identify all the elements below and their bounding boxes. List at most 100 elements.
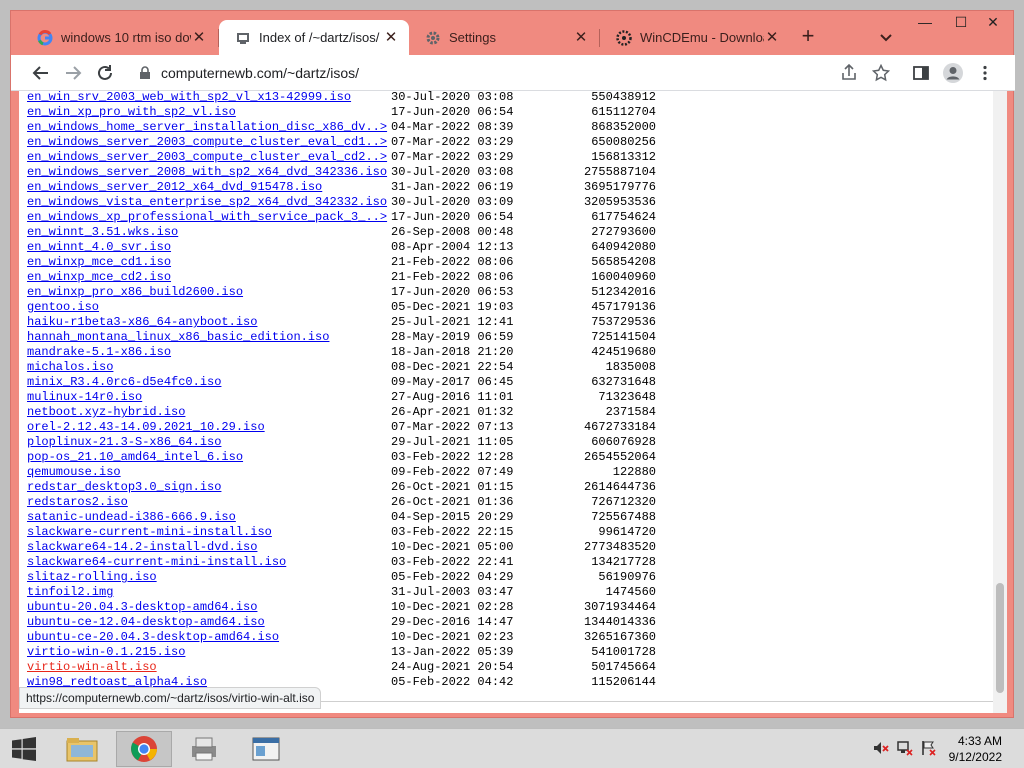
file-link[interactable]: en_winxp_mce_cd2.iso <box>27 270 171 285</box>
file-link[interactable]: en_win_xp_pro_with_sp2_vl.iso <box>27 105 236 120</box>
list-item: en_windows_server_2003_compute_cluster_e… <box>27 150 667 165</box>
flag-icon[interactable] <box>920 739 938 757</box>
browser-window: windows 10 rtm iso dow ✕ Index of /~dart… <box>10 10 1015 718</box>
tab-settings[interactable]: Settings ✕ <box>409 20 599 55</box>
file-link[interactable]: en_windows_server_2003_compute_cluster_e… <box>27 150 387 165</box>
tab-close-icon[interactable]: ✕ <box>383 29 399 46</box>
file-link[interactable]: mandrake-5.1-x86.iso <box>27 345 171 360</box>
vertical-scrollbar[interactable] <box>993 91 1007 713</box>
list-item: slackware64-14.2-install-dvd.iso 10-Dec-2… <box>27 540 667 555</box>
reload-button[interactable] <box>93 61 117 85</box>
side-panel-button[interactable] <box>909 61 933 85</box>
lock-icon[interactable] <box>139 66 151 85</box>
file-size: 512342016 <box>591 285 656 299</box>
tab-search-chevron-icon[interactable] <box>877 28 895 46</box>
file-date: 17-Jun-2020 06:53 <box>391 285 514 299</box>
tab-wincdemu-download[interactable]: WinCDEmu - Download ✕ <box>600 20 790 55</box>
list-item: gentoo.iso 05-Dec-2021 19:03 457179136 <box>27 300 667 315</box>
taskbar-clock[interactable]: 4:33 AM 9/12/2022 <box>949 733 1002 765</box>
file-date: 07-Mar-2022 03:29 <box>391 150 514 164</box>
list-item: michalos.iso 08-Dec-2021 22:54 1835008 <box>27 360 667 375</box>
chrome-taskbar-button[interactable] <box>116 731 172 767</box>
file-size: 1474560 <box>605 585 656 599</box>
file-link[interactable]: ubuntu-ce-20.04.3-desktop-amd64.iso <box>27 630 279 645</box>
file-link[interactable]: qemumouse.iso <box>27 465 121 480</box>
file-link[interactable]: satanic-undead-i386-666.9.iso <box>27 510 236 525</box>
file-link[interactable]: en_winnt_4.0_svr.iso <box>27 240 171 255</box>
file-link[interactable]: en_win_srv_2003_web_with_sp2_vl_x13-4299… <box>27 91 351 105</box>
file-link[interactable]: en_windows_server_2008_with_sp2_x64_dvd_… <box>27 165 387 180</box>
list-item: ploplinux-21.3-S-x86_64.iso 29-Jul-2021 1… <box>27 435 667 450</box>
file-date: 29-Jul-2021 11:05 <box>391 435 514 449</box>
file-link[interactable]: en_winxp_pro_x86_build2600.iso <box>27 285 243 300</box>
file-date: 09-May-2017 06:45 <box>391 375 514 389</box>
forward-button[interactable] <box>61 61 85 85</box>
url-text[interactable]: computernewb.com/~dartz/isos/ <box>161 65 359 81</box>
minimize-button[interactable]: — <box>909 11 941 33</box>
file-link[interactable]: ploplinux-21.3-S-x86_64.iso <box>27 435 221 450</box>
file-link[interactable]: michalos.iso <box>27 360 113 375</box>
file-link[interactable]: virtio-win-0.1.215.iso <box>27 645 185 660</box>
file-link[interactable]: minix_R3.4.0rc6-d5e4fc0.iso <box>27 375 221 390</box>
tab-close-icon[interactable]: ✕ <box>764 29 780 46</box>
address-bar[interactable]: computernewb.com/~dartz/isos/ <box>127 58 903 88</box>
file-link[interactable]: en_windows_xp_professional_with_service_… <box>27 210 387 225</box>
file-explorer-icon <box>66 738 98 762</box>
profile-button[interactable] <box>941 61 965 85</box>
scrollbar-thumb[interactable] <box>996 583 1004 693</box>
file-date: 24-Aug-2021 20:54 <box>391 660 514 674</box>
file-date: 08-Dec-2021 22:54 <box>391 360 514 374</box>
file-link[interactable]: ubuntu-ce-12.04-desktop-amd64.iso <box>27 615 265 630</box>
file-date: 05-Dec-2021 19:03 <box>391 300 514 314</box>
new-tab-button[interactable]: + <box>797 25 819 48</box>
file-link[interactable]: virtio-win-alt.iso <box>27 660 157 675</box>
file-link[interactable]: tinfoil2.img <box>27 585 113 600</box>
file-link[interactable]: en_winxp_mce_cd1.iso <box>27 255 171 270</box>
file-date: 09-Feb-2022 07:49 <box>391 465 514 479</box>
file-link[interactable]: en_windows_server_2012_x64_dvd_915478.is… <box>27 180 322 195</box>
file-link[interactable]: mulinux-14r0.iso <box>27 390 142 405</box>
file-link[interactable]: haiku-r1beta3-x86_64-anyboot.iso <box>27 315 257 330</box>
network-icon[interactable] <box>896 739 914 757</box>
file-link[interactable]: en_winnt_3.51.wks.iso <box>27 225 178 240</box>
file-size: 726712320 <box>591 495 656 509</box>
back-button[interactable] <box>29 61 53 85</box>
file-link[interactable]: orel-2.12.43-14.09.2021_10.29.iso <box>27 420 265 435</box>
file-date: 26-Oct-2021 01:36 <box>391 495 514 509</box>
file-link[interactable]: slitaz-rolling.iso <box>27 570 157 585</box>
file-size: 501745664 <box>591 660 656 674</box>
tab-google-search[interactable]: windows 10 rtm iso dow ✕ <box>21 20 217 55</box>
file-link[interactable]: pop-os_21.10_amd64_intel_6.iso <box>27 450 243 465</box>
file-size: 2773483520 <box>583 540 656 554</box>
browser-toolbar: computernewb.com/~dartz/isos/ <box>11 55 1015 91</box>
file-link[interactable]: redstaros2.iso <box>27 495 128 510</box>
file-link[interactable]: en_windows_home_server_installation_disc… <box>27 120 387 135</box>
file-link[interactable]: gentoo.iso <box>27 300 99 315</box>
file-link[interactable]: en_windows_server_2003_compute_cluster_e… <box>27 135 387 150</box>
tab-close-icon[interactable]: ✕ <box>573 29 589 46</box>
file-size: 4672733184 <box>583 420 656 434</box>
close-window-button[interactable]: ✕ <box>977 11 1009 33</box>
share-button[interactable] <box>837 61 861 85</box>
file-explorer-taskbar-button[interactable] <box>60 731 104 767</box>
file-link[interactable]: slackware64-14.2-install-dvd.iso <box>27 540 257 555</box>
printer-taskbar-button[interactable] <box>182 731 226 767</box>
file-link[interactable]: ubuntu-20.04.3-desktop-amd64.iso <box>27 600 257 615</box>
tab-index-of-isos[interactable]: Index of /~dartz/isos/ ✕ <box>219 20 409 55</box>
file-link[interactable]: netboot.xyz-hybrid.iso <box>27 405 185 420</box>
file-date: 07-Mar-2022 03:29 <box>391 135 514 149</box>
app-window-taskbar-button[interactable] <box>244 731 288 767</box>
start-button[interactable] <box>2 731 46 767</box>
browser-menu-button[interactable] <box>973 61 997 85</box>
file-link[interactable]: hannah_montana_linux_x86_basic_edition.i… <box>27 330 329 345</box>
volume-muted-icon[interactable] <box>872 739 890 757</box>
file-link[interactable]: slackware64-current-mini-install.iso <box>27 555 286 570</box>
tab-close-icon[interactable]: ✕ <box>191 29 207 46</box>
file-date: 04-Mar-2022 08:39 <box>391 120 514 134</box>
file-size: 3265167360 <box>583 630 656 644</box>
file-link[interactable]: redstar_desktop3.0_sign.iso <box>27 480 221 495</box>
bookmark-button[interactable] <box>869 61 893 85</box>
maximize-button[interactable]: ☐ <box>945 11 977 33</box>
file-link[interactable]: slackware-current-mini-install.iso <box>27 525 272 540</box>
file-link[interactable]: en_windows_vista_enterprise_sp2_x64_dvd_… <box>27 195 387 210</box>
